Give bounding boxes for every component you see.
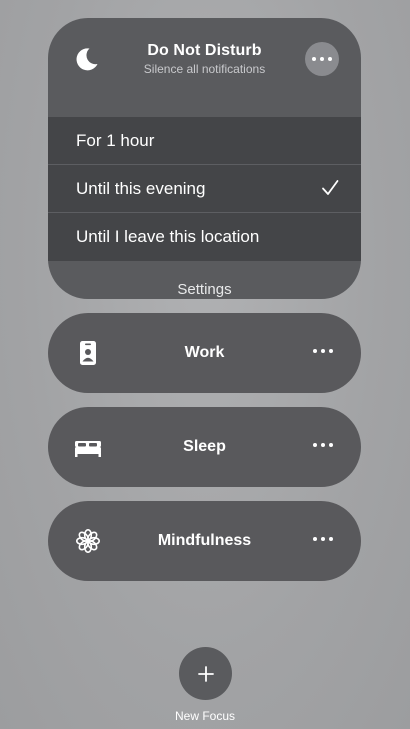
dnd-settings-button[interactable]: Settings — [48, 262, 361, 299]
more-icon — [313, 349, 333, 353]
focus-label: Work — [184, 344, 225, 361]
more-icon — [312, 57, 332, 61]
new-focus-button[interactable] — [179, 647, 232, 700]
checkmark-icon — [322, 180, 339, 195]
do-not-disturb-card: Do Not Disturb Silence all notifications… — [48, 18, 361, 299]
plus-icon — [197, 665, 214, 682]
dnd-header[interactable]: Do Not Disturb Silence all notifications — [48, 18, 361, 98]
focus-mindfulness-more-button[interactable] — [313, 537, 333, 541]
dnd-option-label: Until I leave this location — [76, 227, 260, 246]
focus-label: Mindfulness — [157, 532, 252, 549]
focus-label: Sleep — [183, 438, 226, 455]
dnd-options-list: For 1 hour Until this evening Until I le… — [48, 117, 361, 261]
focus-work[interactable]: Work — [48, 313, 361, 393]
dnd-option-for-1-hour[interactable]: For 1 hour — [48, 117, 361, 165]
dnd-option-label: Until this evening — [76, 178, 206, 198]
focus-sleep-more-button[interactable] — [313, 443, 333, 447]
new-focus-label: New Focus — [174, 709, 236, 723]
more-icon — [313, 443, 333, 447]
focus-mindfulness[interactable]: Mindfulness — [48, 501, 361, 581]
dnd-option-until-this-evening[interactable]: Until this evening — [48, 165, 361, 213]
focus-sleep[interactable]: Sleep — [48, 407, 361, 487]
focus-work-more-button[interactable] — [313, 349, 333, 353]
dnd-option-label: For 1 hour — [76, 130, 155, 150]
dnd-more-button[interactable] — [305, 42, 339, 76]
dnd-option-until-leave-location[interactable]: Until I leave this location — [48, 213, 361, 261]
more-icon — [313, 537, 333, 541]
